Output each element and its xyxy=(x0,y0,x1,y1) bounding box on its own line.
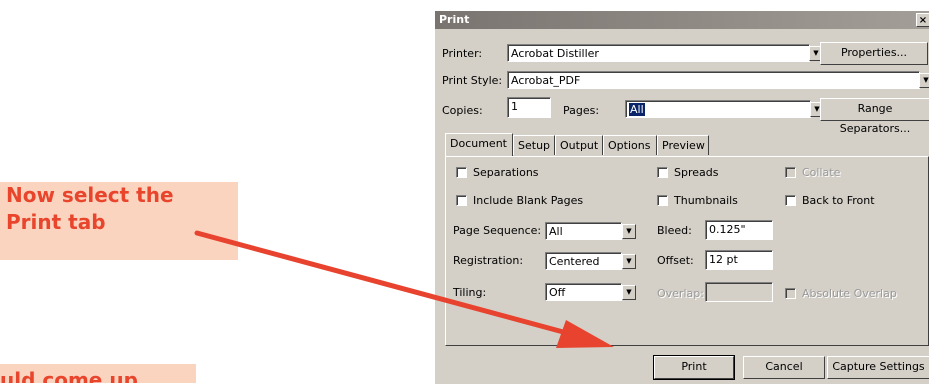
registration-dropdown-icon[interactable]: ▼ xyxy=(622,254,636,269)
bleed-label: Bleed: xyxy=(657,224,692,237)
overlap-label: Overlap: xyxy=(657,287,704,300)
dialog-titlebar: Print × xyxy=(435,11,929,29)
absolute-overlap-label: Absolute Overlap xyxy=(802,287,897,300)
back-to-front-checkbox[interactable] xyxy=(785,195,796,206)
capture-settings-button[interactable]: Capture Settings xyxy=(827,356,929,379)
pages-selected-value: All xyxy=(629,103,645,116)
dialog-title: Print xyxy=(439,13,470,26)
copies-label: Copies: xyxy=(442,104,483,117)
tiling-select[interactable]: Off xyxy=(545,283,622,301)
include-blank-pages-label: Include Blank Pages xyxy=(473,194,584,207)
offset-label: Offset: xyxy=(657,254,694,267)
collate-checkbox[interactable] xyxy=(785,167,796,178)
instruction-line-2: Print tab xyxy=(6,210,106,234)
bleed-input[interactable]: 0.125" xyxy=(705,220,773,240)
separations-checkbox[interactable] xyxy=(456,167,467,178)
tiling-dropdown-icon[interactable]: ▼ xyxy=(622,285,636,300)
cancel-button[interactable]: Cancel xyxy=(743,356,825,379)
tab-setup[interactable]: Setup xyxy=(513,135,555,155)
thumbnails-checkbox[interactable] xyxy=(657,195,668,206)
back-to-front-label: Back to Front xyxy=(802,194,875,207)
tab-options[interactable]: Options xyxy=(603,135,657,155)
printer-select[interactable]: Acrobat Distiller xyxy=(507,44,810,62)
print-style-select[interactable]: Acrobat_PDF xyxy=(507,71,920,89)
printer-label: Printer: xyxy=(442,47,483,60)
absolute-overlap-checkbox[interactable] xyxy=(785,288,796,299)
print-button[interactable]: Print xyxy=(653,355,735,380)
print-style-dropdown-icon[interactable]: ▼ xyxy=(919,73,929,88)
page-sequence-label: Page Sequence: xyxy=(453,224,542,237)
separations-label: Separations xyxy=(473,166,539,179)
pages-select[interactable]: All xyxy=(625,100,811,118)
spreads-checkbox[interactable] xyxy=(657,167,668,178)
registration-select[interactable]: Centered xyxy=(545,252,622,270)
registration-label: Registration: xyxy=(453,254,524,267)
properties-button[interactable]: Properties... xyxy=(820,42,928,65)
tab-preview[interactable]: Preview xyxy=(657,135,709,155)
bottom-callout: uld come up xyxy=(0,364,196,383)
print-dialog: Print × Printer: Acrobat Distiller ▼ Pro… xyxy=(434,10,929,384)
offset-input[interactable]: 12 pt xyxy=(705,250,773,270)
include-blank-pages-checkbox[interactable] xyxy=(456,195,467,206)
pages-label: Pages: xyxy=(563,104,600,117)
collate-label: Collate xyxy=(802,166,841,179)
close-icon[interactable]: × xyxy=(916,13,929,27)
copies-input[interactable]: 1 xyxy=(507,97,551,118)
bottom-callout-text: uld come up xyxy=(0,368,138,383)
print-style-label: Print Style: xyxy=(442,74,503,87)
spreads-label: Spreads xyxy=(674,166,719,179)
overlap-input[interactable] xyxy=(705,282,773,302)
tab-document[interactable]: Document xyxy=(445,133,513,156)
page-sequence-dropdown-icon[interactable]: ▼ xyxy=(622,224,636,239)
instruction-line-1: Now select the xyxy=(6,183,174,207)
tiling-label: Tiling: xyxy=(453,286,487,299)
thumbnails-label: Thumbnails xyxy=(674,194,738,207)
page-sequence-select[interactable]: All xyxy=(545,222,622,240)
instruction-callout: Now select the Print tab xyxy=(0,182,238,260)
document-tab-panel xyxy=(445,156,929,346)
range-separators-button[interactable]: Range Separators... xyxy=(820,98,929,135)
tab-output[interactable]: Output xyxy=(555,135,603,155)
